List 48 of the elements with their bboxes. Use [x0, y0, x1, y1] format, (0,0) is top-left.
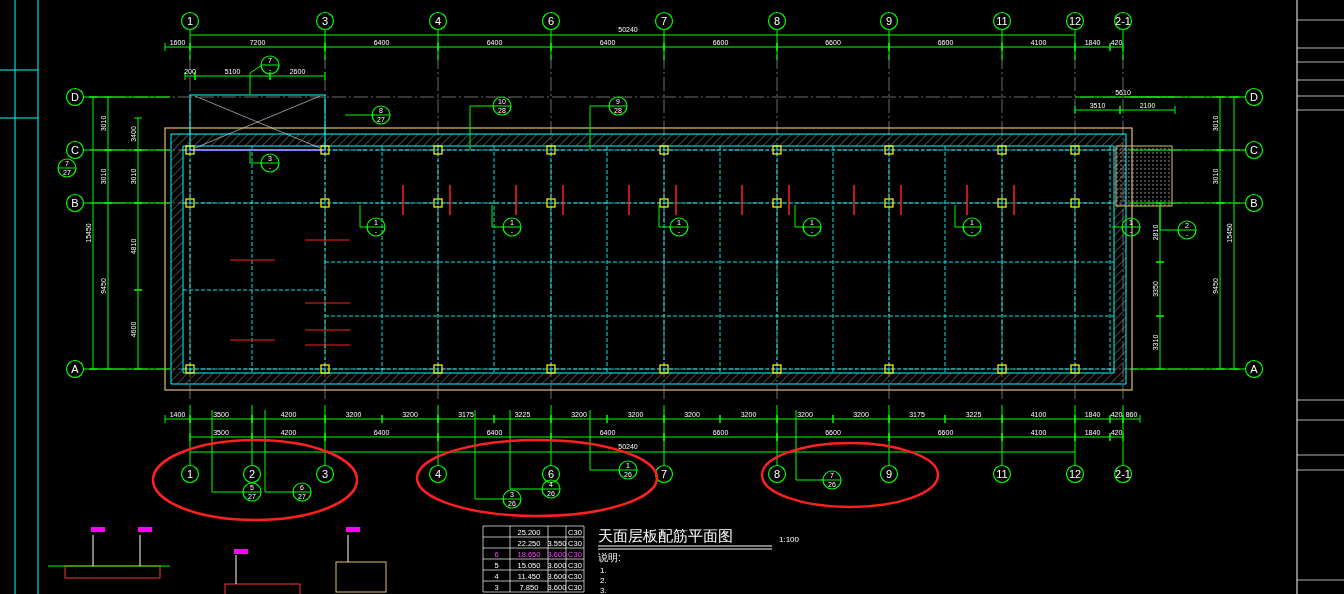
section-callout — [954, 204, 982, 237]
axis-label: B — [71, 197, 79, 209]
axis-label: D — [1250, 91, 1258, 103]
axis-label: 11 — [996, 468, 1008, 480]
section-callout — [344, 105, 391, 125]
note-number: 2. — [600, 576, 607, 585]
axis-label: B — [1250, 197, 1258, 209]
axis-label: C — [71, 144, 79, 156]
section-callout — [794, 204, 822, 237]
axis-label: 2-1 — [1115, 468, 1131, 480]
axis-label: 11 — [996, 15, 1008, 27]
section-callout — [469, 96, 512, 151]
axis-label: A — [71, 363, 79, 375]
axis-label: 2 — [248, 468, 256, 480]
section-callout — [1159, 204, 1197, 240]
axis-label: 7 — [660, 468, 668, 480]
axis-label: 6 — [547, 15, 555, 27]
section-callout — [658, 204, 689, 237]
axis-label: 4 — [434, 468, 442, 480]
axis-label: 8 — [773, 15, 781, 27]
axis-label: 7 — [660, 15, 668, 27]
section-callout — [249, 149, 280, 173]
section-callout — [359, 204, 386, 237]
axis-label: 3 — [321, 468, 329, 480]
section-callout — [589, 96, 628, 151]
drawing-title: 天面层板配筋平面图 — [598, 527, 733, 544]
section-callout — [57, 158, 77, 178]
axis-label: 1 — [186, 468, 194, 480]
axis-label: 12 — [1068, 468, 1082, 480]
axis-label: 9 — [885, 468, 893, 480]
axis-label: 12 — [1068, 15, 1082, 27]
axis-label: 4 — [434, 15, 442, 27]
axis-label: 3 — [321, 15, 329, 27]
axis-label: 2-1 — [1115, 15, 1131, 27]
axis-label: 1 — [186, 15, 194, 27]
drawing-scale: 1:100 — [779, 535, 800, 544]
notes-heading: 说明: — [598, 552, 621, 563]
section-callout — [491, 204, 522, 237]
axis-label: D — [71, 91, 79, 103]
section-callout — [249, 55, 280, 96]
axis-label: C — [1250, 144, 1258, 156]
axis-label: 8 — [773, 468, 781, 480]
note-number: 3. — [600, 586, 607, 594]
axis-label: A — [1250, 363, 1258, 375]
axis-label: 6 — [547, 468, 555, 480]
section-callout — [1111, 217, 1141, 237]
note-number: 1. — [600, 566, 607, 575]
axis-label: 9 — [885, 15, 893, 27]
